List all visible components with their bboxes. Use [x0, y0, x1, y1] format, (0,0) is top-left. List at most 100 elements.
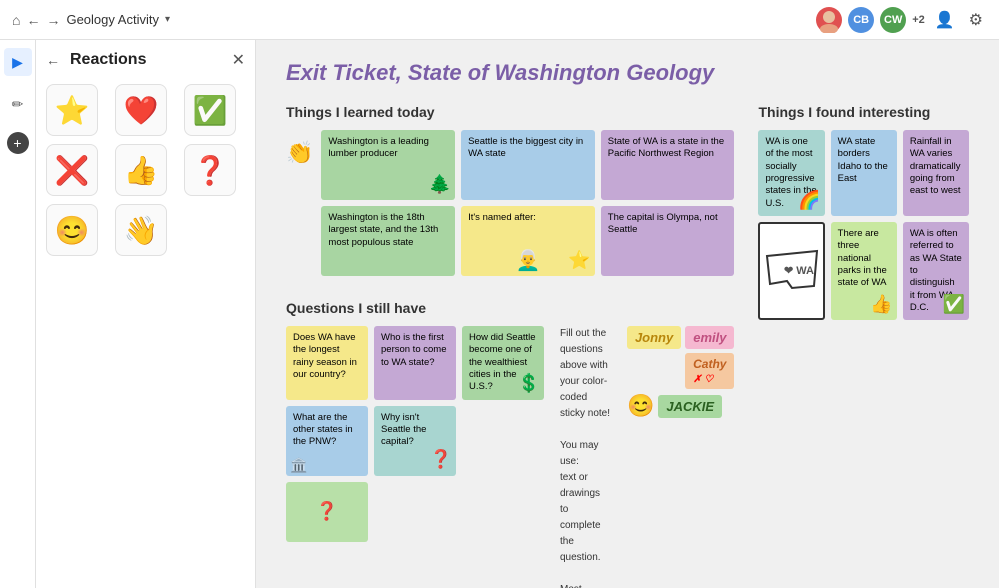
sticky-emoji-q3: 💲 — [518, 372, 540, 395]
sticky-emoji-int1: 🌈 — [798, 189, 820, 212]
sticky-int-3[interactable]: Rainfall in WA varies dramatically going… — [903, 130, 969, 216]
cursor-tool[interactable]: ▶ — [4, 48, 32, 76]
reaction-check[interactable]: ✅ — [184, 84, 236, 136]
sticky-learned-2[interactable]: Seattle is the biggest city in WA state — [461, 130, 595, 200]
sticky-learned-6[interactable]: The capital is Olympa, not Seattle — [601, 206, 735, 276]
reaction-wave[interactable]: 👋 — [115, 204, 167, 256]
reaction-star[interactable]: ⭐ — [46, 84, 98, 136]
canvas-area: Exit Ticket, State of Washington Geology… — [256, 40, 999, 588]
people-icon[interactable]: 👤 — [931, 6, 959, 34]
wa-state-svg: ❤ WA — [762, 246, 822, 296]
avatar-3: CW — [880, 7, 906, 33]
left-toolbar: ▶ ✏ + — [0, 40, 36, 588]
sticky-q2[interactable]: Who is the first person to come to WA st… — [374, 326, 456, 400]
sticky-emoji-1: 🌲 — [429, 173, 451, 196]
sticky-learned-3[interactable]: State of WA is a state in the Pacific No… — [601, 130, 735, 200]
sticky-text: What are the other states in the PNW? — [293, 412, 353, 448]
sticky-text: Washington is a leading lumber producer — [328, 136, 429, 159]
reactions-back-button[interactable]: ← — [46, 52, 60, 68]
questions-section: Questions I still have Does WA have the … — [286, 300, 734, 588]
name-tag-cathy: Cathy✗ ♡ — [685, 353, 734, 389]
sticky-emoji-q5: ❓ — [430, 448, 452, 471]
reactions-header: ← Reactions ✕ — [46, 50, 245, 70]
add-tool[interactable]: + — [7, 132, 29, 154]
name-tags-row3: 😊 JACKIE — [627, 393, 722, 419]
titlebar: ⌂ ← → Geology Activity ▾ CB CW +2 👤 ⚙ — [0, 0, 999, 40]
questions-row1: Does WA have the longest rainy season in… — [286, 326, 544, 400]
name-tag-jackie: JACKIE — [658, 395, 722, 418]
sticky-wa-map[interactable]: ❤ WA — [758, 222, 824, 320]
sticky-emoji-5: ⭐ — [568, 249, 590, 272]
sticky-q4[interactable]: What are the other states in the PNW? 🏛️ — [286, 406, 368, 476]
clapping-emoji: 👏 — [286, 140, 313, 166]
questions-sub2: text or drawings to complete the questio… — [560, 470, 611, 566]
questions-stickies: Does WA have the longest rainy season in… — [286, 326, 544, 542]
questions-section-header: Questions I still have — [286, 300, 734, 316]
reactions-grid: ⭐ ❤️ ✅ ❌ 👍 ❓ 😊 👋 — [46, 84, 245, 256]
learned-notes-row: 👏 Washington is a leading lumber produce… — [286, 130, 734, 286]
learned-section-header: Things I learned today — [286, 104, 734, 120]
learned-grid: Washington is a leading lumber producer … — [321, 130, 734, 276]
interesting-grid: WA is one of the most socially progressi… — [758, 130, 969, 320]
settings-icon[interactable]: ⚙ — [965, 6, 987, 34]
sticky-text: There are three national parks in the st… — [838, 228, 887, 288]
sticky-int-5[interactable]: There are three national parks in the st… — [831, 222, 897, 320]
sticky-int-1[interactable]: WA is one of the most socially progressi… — [758, 130, 824, 216]
content-left: Things I learned today 👏 Washington is a… — [286, 104, 734, 588]
svg-text:❤ WA: ❤ WA — [784, 265, 814, 277]
sticky-text: Washington is the 18th largest state, an… — [328, 212, 438, 248]
avatar-2: CB — [848, 7, 874, 33]
home-icon[interactable]: ⌂ — [12, 12, 20, 28]
main-layout: ▶ ✏ + ← Reactions ✕ ⭐ ❤️ ✅ ❌ 👍 ❓ 😊 👋 Exi… — [0, 40, 999, 588]
sticky-q5[interactable]: Why isn't Seattle the capital? ❓ — [374, 406, 456, 476]
content-columns: Things I learned today 👏 Washington is a… — [286, 104, 969, 588]
content-right: Things I found interesting WA is one of … — [758, 104, 969, 588]
name-tags-row1: Jonny emily — [627, 326, 735, 349]
questions-sub1: You may use: — [560, 438, 611, 470]
sticky-text: Seattle is the biggest city in WA state — [468, 136, 583, 159]
sticky-text: State of WA is a state in the Pacific No… — [608, 136, 724, 159]
reaction-thumbsup[interactable]: 👍 — [115, 144, 167, 196]
sticky-text: Why isn't Seattle the capital? — [381, 412, 426, 448]
interesting-section-header: Things I found interesting — [758, 104, 969, 120]
sticky-int-6[interactable]: WA is often referred to as WA State to d… — [903, 222, 969, 320]
reaction-heart[interactable]: ❤️ — [115, 84, 167, 136]
sticky-learned-5[interactable]: It's named after: ⭐ 👨‍🦳 — [461, 206, 595, 276]
sticky-text: Who is the first person to come to WA st… — [381, 332, 446, 368]
smile-emoji: 😊 — [627, 393, 654, 419]
sticky-q1[interactable]: Does WA have the longest rainy season in… — [286, 326, 368, 400]
questions-sub3: Most importantly, have fun! — [560, 582, 611, 588]
sticky-text: Rainfall in WA varies dramatically going… — [910, 136, 961, 196]
name-tags-area: Jonny emily Cathy✗ ♡ 😊 JACKIE — [627, 326, 735, 419]
sticky-emoji-int5: 👍 — [870, 293, 892, 316]
sticky-text: The capital is Olympa, not Seattle — [608, 212, 718, 235]
sticky-q6-empty[interactable]: ❓ — [286, 482, 368, 542]
reactions-title: Reactions — [70, 51, 146, 69]
sticky-int-2[interactable]: WA state borders Idaho to the East — [831, 130, 897, 216]
reaction-question[interactable]: ❓ — [184, 144, 236, 196]
extra-avatar-count: +2 — [912, 14, 925, 26]
title-dropdown-icon[interactable]: ▾ — [165, 14, 170, 25]
reaction-smile[interactable]: 😊 — [46, 204, 98, 256]
forward-icon[interactable]: → — [46, 12, 60, 28]
name-tags-row2: Cathy✗ ♡ — [685, 353, 734, 389]
name-tag-emily: emily — [685, 326, 734, 349]
questions-layout: Does WA have the longest rainy season in… — [286, 326, 734, 588]
pen-tool[interactable]: ✏ — [4, 90, 32, 118]
reactions-panel: ← Reactions ✕ ⭐ ❤️ ✅ ❌ 👍 ❓ 😊 👋 — [36, 40, 256, 588]
titlebar-right: CB CW +2 👤 ⚙ — [816, 6, 987, 34]
sticky-learned-4[interactable]: Washington is the 18th largest state, an… — [321, 206, 455, 276]
questions-row2: What are the other states in the PNW? 🏛️… — [286, 406, 544, 542]
reactions-close-button[interactable]: ✕ — [232, 50, 245, 70]
reaction-x[interactable]: ❌ — [46, 144, 98, 196]
questions-text: Fill out the questions above with your c… — [560, 326, 611, 588]
sticky-q3[interactable]: How did Seattle become one of the wealth… — [462, 326, 544, 400]
document-title: Geology Activity — [66, 12, 159, 27]
avatar-1 — [816, 7, 842, 33]
questions-instruction: Fill out the questions above with your c… — [560, 326, 611, 422]
sticky-text: It's named after: — [468, 212, 536, 223]
page-title: Exit Ticket, State of Washington Geology — [286, 60, 969, 86]
back-icon[interactable]: ← — [26, 12, 40, 28]
sticky-learned-1[interactable]: Washington is a leading lumber producer … — [321, 130, 455, 200]
question-emoji: ❓ — [316, 500, 338, 523]
